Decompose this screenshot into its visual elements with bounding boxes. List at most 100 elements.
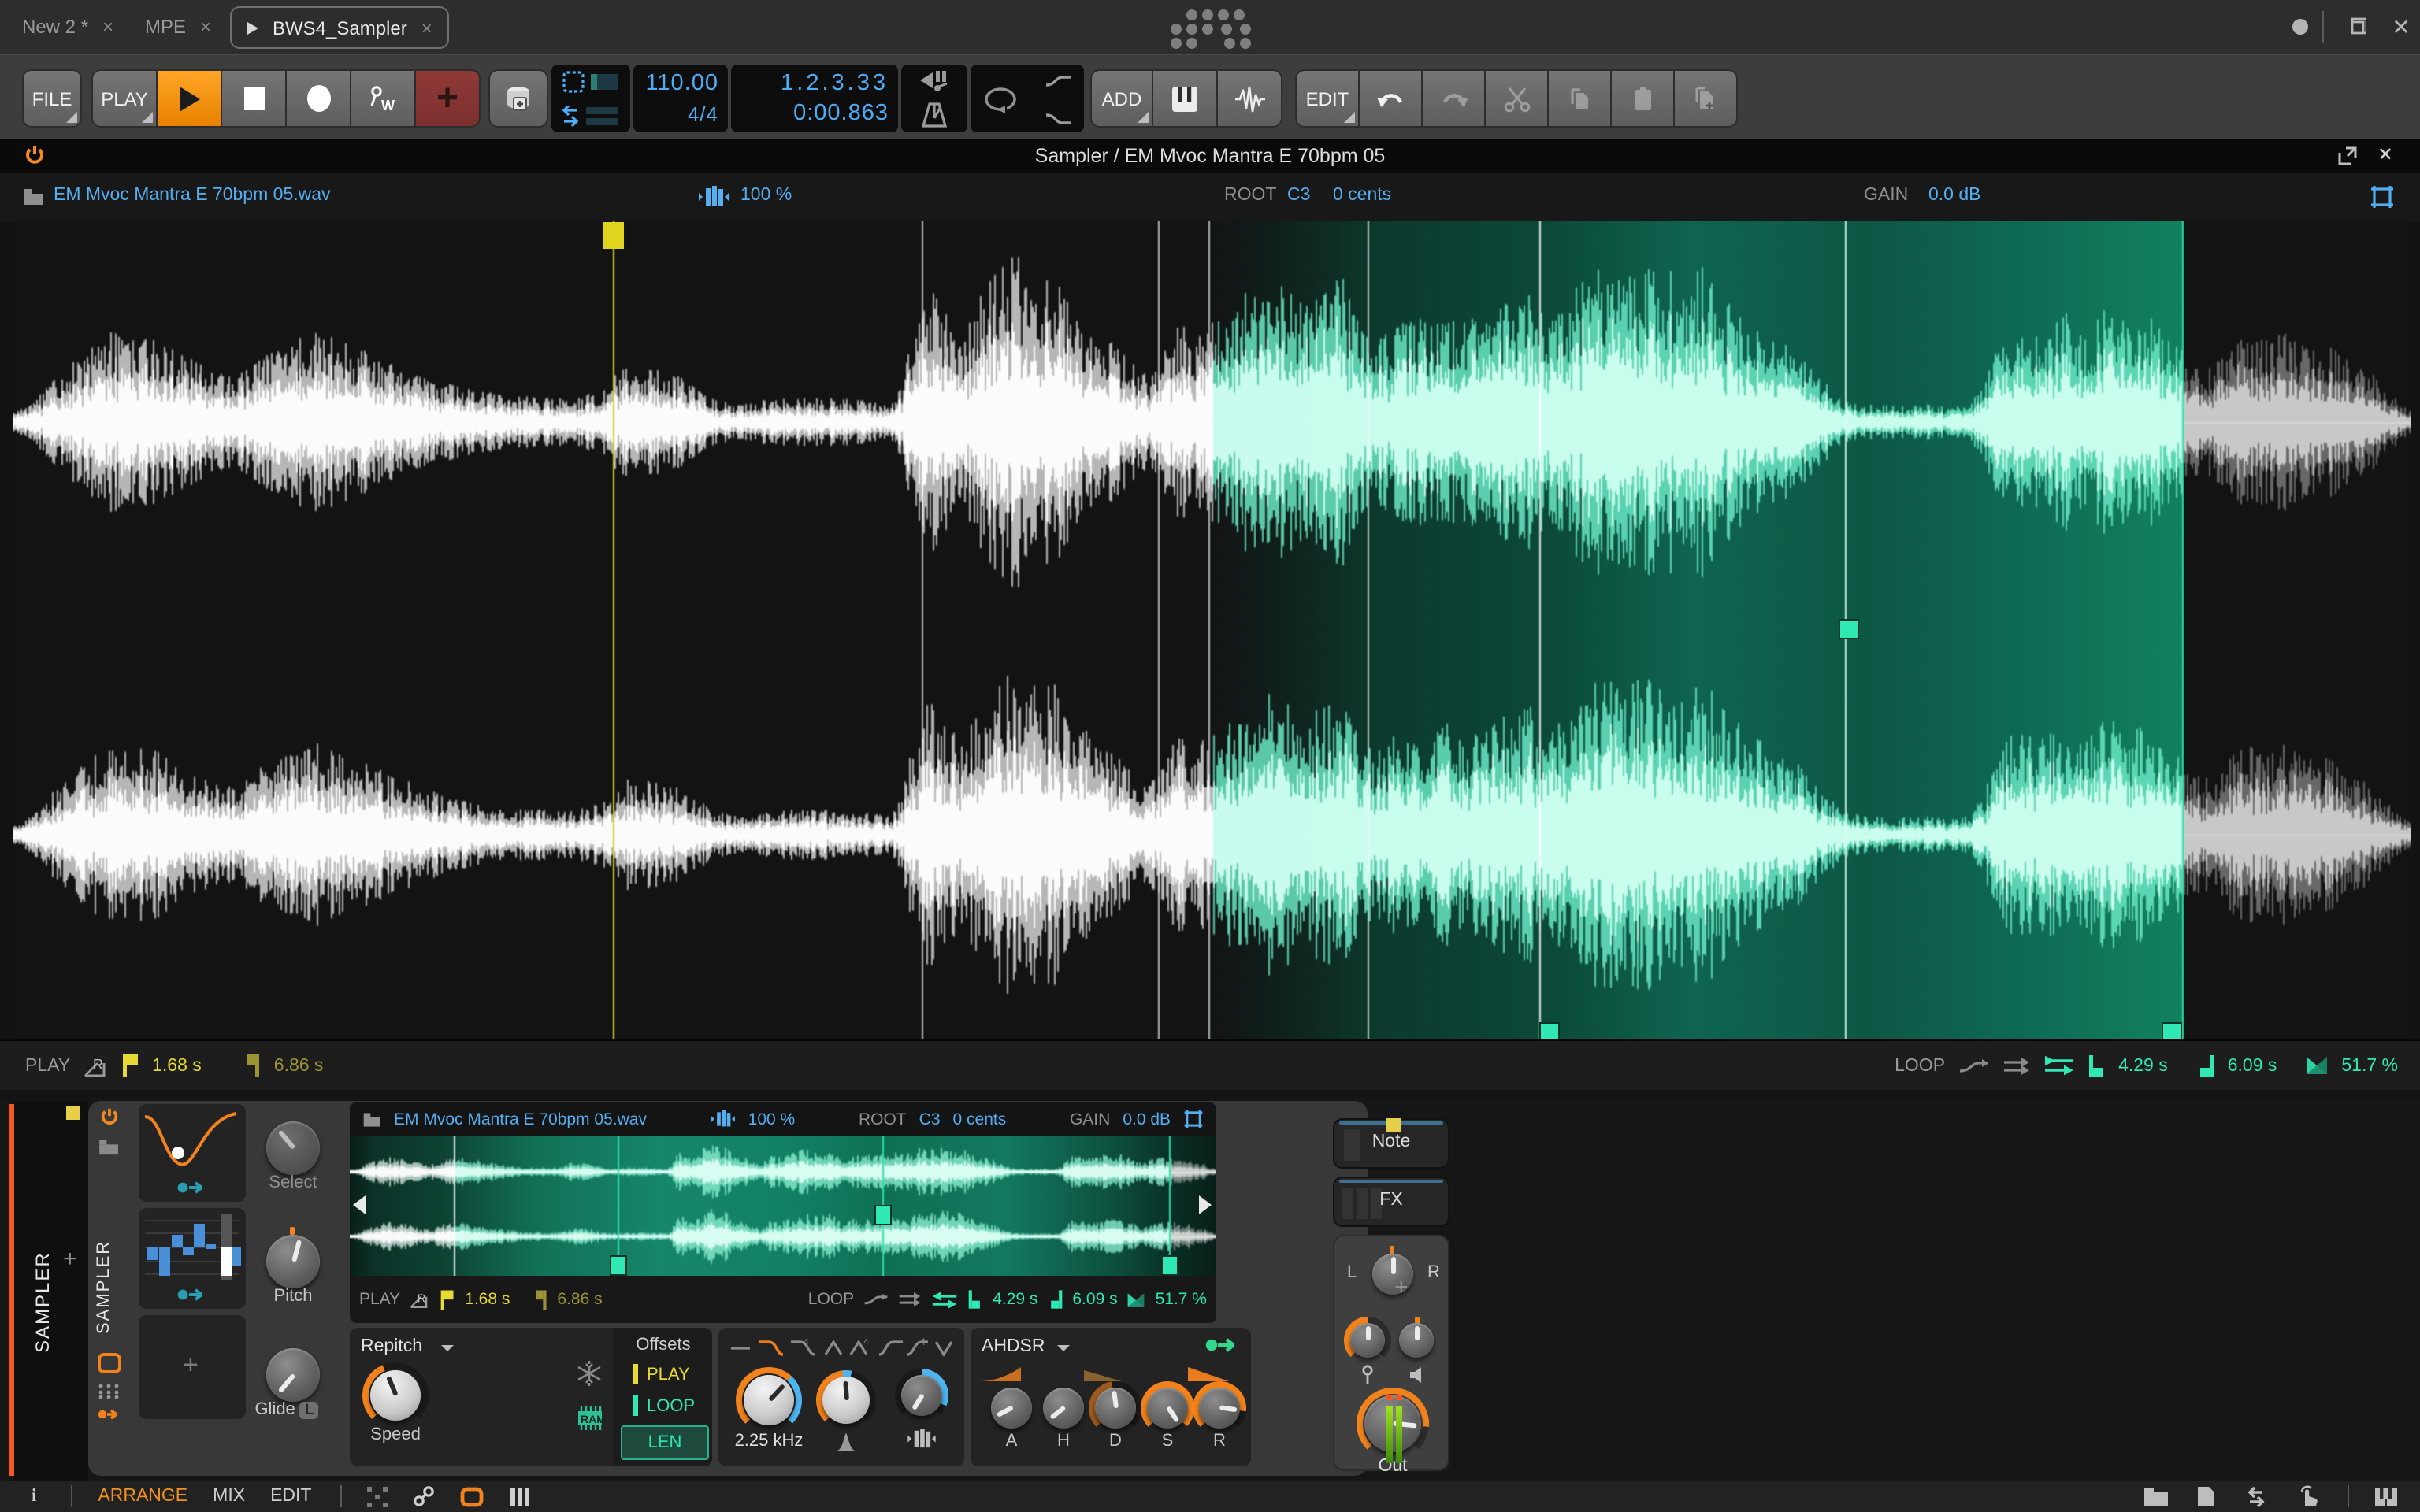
tempo-value[interactable]: 110.00	[643, 69, 718, 98]
touch-mode-icon[interactable]	[2297, 1485, 2319, 1507]
playback-mode-select[interactable]: Repitch	[361, 1337, 422, 1356]
cpu-audio-indicators[interactable]	[551, 65, 630, 132]
loop-crossfade-value[interactable]: 51.7 %	[2341, 1056, 2398, 1075]
loop-end-marker-icon[interactable]	[2196, 1054, 2215, 1077]
filter-keytrack-knob[interactable]	[901, 1375, 942, 1416]
view-mix-button[interactable]: MIX	[213, 1487, 245, 1506]
loop-forward-icon[interactable]	[898, 1292, 922, 1307]
info-icon[interactable]: i	[32, 1487, 36, 1506]
zoom-fit-icon[interactable]	[1183, 1109, 1204, 1129]
mini-waveform[interactable]	[350, 1136, 1216, 1276]
speed-knob[interactable]	[370, 1370, 421, 1421]
device-power-icon[interactable]	[24, 145, 46, 167]
project-tab-mpe[interactable]: MPE ×	[145, 0, 211, 54]
window-close-icon[interactable]: ✕	[2382, 0, 2420, 54]
song-position-value[interactable]: 1.2.3.33	[740, 69, 889, 98]
mini-loop-start-handle[interactable]	[610, 1255, 627, 1276]
env-sustain-knob[interactable]	[1147, 1388, 1188, 1429]
env-hold-knob[interactable]	[1043, 1388, 1084, 1429]
freeze-icon[interactable]	[575, 1359, 603, 1388]
position-display[interactable]: 1.2.3.33 0:00.863	[731, 65, 898, 132]
select-knob[interactable]	[266, 1121, 320, 1175]
snap-grid-icon[interactable]	[366, 1486, 388, 1506]
loop-end-marker-icon[interactable]	[1047, 1290, 1063, 1309]
add-device-plus[interactable]: +	[63, 1246, 77, 1273]
env-release-knob[interactable]	[1199, 1388, 1240, 1429]
edit-menu-button[interactable]: EDIT	[1295, 69, 1360, 128]
track-mod-swatch[interactable]	[66, 1106, 80, 1120]
metronome-icon[interactable]	[920, 102, 948, 128]
glide-legato-badge[interactable]: L	[299, 1402, 319, 1419]
loop-start-marker-icon[interactable]	[967, 1290, 983, 1309]
fx-tab[interactable]: FX	[1333, 1177, 1449, 1227]
offset-len-button[interactable]: LEN	[621, 1425, 709, 1460]
play-start-value[interactable]: 1.68 s	[152, 1056, 202, 1075]
loop-start-marker-icon[interactable]	[2087, 1054, 2106, 1077]
window-restore-icon[interactable]	[2338, 0, 2376, 54]
overdub-button[interactable]: +	[416, 69, 481, 128]
loop-off-icon[interactable]	[1958, 1056, 1989, 1075]
mod-out-arrow-icon[interactable]	[176, 1287, 208, 1303]
punch-in-icon[interactable]	[917, 69, 952, 94]
play-end-value[interactable]: 6.86 s	[557, 1290, 602, 1309]
automation-write-button[interactable]: W	[351, 69, 416, 128]
root-note-value[interactable]: C3	[1287, 186, 1310, 205]
copy-button[interactable]	[1549, 69, 1612, 128]
device-mod-swatch[interactable]	[1386, 1118, 1401, 1132]
add-menu-button[interactable]: ADD	[1090, 69, 1153, 128]
pitch-knob[interactable]	[266, 1235, 320, 1288]
release-shape-icon[interactable]	[1186, 1366, 1230, 1383]
add-device-plus[interactable]: +	[1394, 1274, 1409, 1301]
loop-end-value[interactable]: 6.09 s	[1072, 1290, 1117, 1309]
remote-controls-icon[interactable]	[98, 1383, 120, 1399]
filter-cutoff-knob[interactable]	[744, 1375, 794, 1425]
play-start-marker-handle[interactable]	[603, 222, 624, 249]
ram-mode-icon[interactable]: RAM	[575, 1405, 605, 1432]
mini-loop-end-handle[interactable]	[1161, 1255, 1178, 1276]
root-fine-value[interactable]: 0 cents	[1333, 186, 1391, 205]
gain-value[interactable]: 0.0 dB	[1928, 186, 1981, 205]
play-end-value[interactable]: 6.86 s	[274, 1056, 324, 1075]
out-knob[interactable]	[1364, 1395, 1421, 1452]
track-name[interactable]: SAMPLER	[32, 1164, 54, 1353]
loop-crossfade-handle[interactable]	[1839, 619, 1859, 639]
offset-loop-button[interactable]: LOOP	[633, 1395, 695, 1416]
view-edit-button[interactable]: EDIT	[270, 1487, 311, 1506]
add-instrument-track-button[interactable]	[1153, 69, 1218, 128]
add-modulator-cell[interactable]: +	[139, 1315, 246, 1419]
time-value[interactable]: 0:00.863	[740, 99, 889, 128]
sample-file-name[interactable]: EM Mvoc Mantra E 70bpm 05.wav	[54, 186, 331, 205]
stretch-amount-value[interactable]: 100 %	[740, 186, 792, 205]
loop-start-value[interactable]: 4.29 s	[2118, 1056, 2168, 1075]
scroll-right-icon[interactable]	[1199, 1195, 1212, 1214]
device-power-icon[interactable]	[99, 1107, 120, 1128]
tempo-display[interactable]: 110.00 4/4	[633, 65, 728, 132]
stretch-amount-value[interactable]: 100 %	[748, 1110, 796, 1128]
sample-file-name[interactable]: EM Mvoc Mantra E 70bpm 05.wav	[394, 1110, 647, 1128]
device-name[interactable]: SAMPLER	[95, 1199, 113, 1334]
loop-crossfade-value[interactable]: 51.7 %	[1156, 1290, 1207, 1309]
mod-out-arrow-icon[interactable]	[176, 1180, 208, 1195]
project-tab-bws4-sampler[interactable]: BWS4_Sampler ×	[230, 6, 450, 49]
mixer-panel-toggle-icon[interactable]	[508, 1486, 529, 1506]
close-editor-icon[interactable]: ✕	[2377, 143, 2393, 165]
offset-play-button[interactable]: PLAY	[633, 1364, 690, 1384]
loop-start-value[interactable]: 4.29 s	[993, 1290, 1037, 1309]
transport-play-button[interactable]	[158, 69, 222, 128]
play-start-flag-icon[interactable]	[121, 1054, 139, 1077]
device-panel-toggle-icon[interactable]	[459, 1486, 483, 1506]
env-mod-arrow-icon[interactable]	[1204, 1336, 1238, 1354]
filter-shape-icons[interactable]: 4 4 4	[728, 1336, 955, 1359]
crossfade-icon[interactable]	[1127, 1291, 1146, 1308]
gain-value[interactable]: 0.0 dB	[1123, 1110, 1171, 1128]
virtual-keyboard-icon[interactable]	[2374, 1486, 2398, 1506]
loop-forward-icon[interactable]	[2002, 1056, 2030, 1075]
duplicate-button[interactable]	[1675, 69, 1738, 128]
play-start-value[interactable]: 1.68 s	[465, 1290, 510, 1309]
voice-volume-knob[interactable]	[1399, 1323, 1434, 1358]
detach-window-icon[interactable]	[2338, 146, 2357, 165]
velocity-depth-knob[interactable]	[1350, 1323, 1385, 1358]
io-routing-icon[interactable]	[2244, 1486, 2269, 1506]
raw-mode-icon[interactable]: R	[83, 1054, 108, 1077]
redo-button[interactable]	[1423, 69, 1486, 128]
